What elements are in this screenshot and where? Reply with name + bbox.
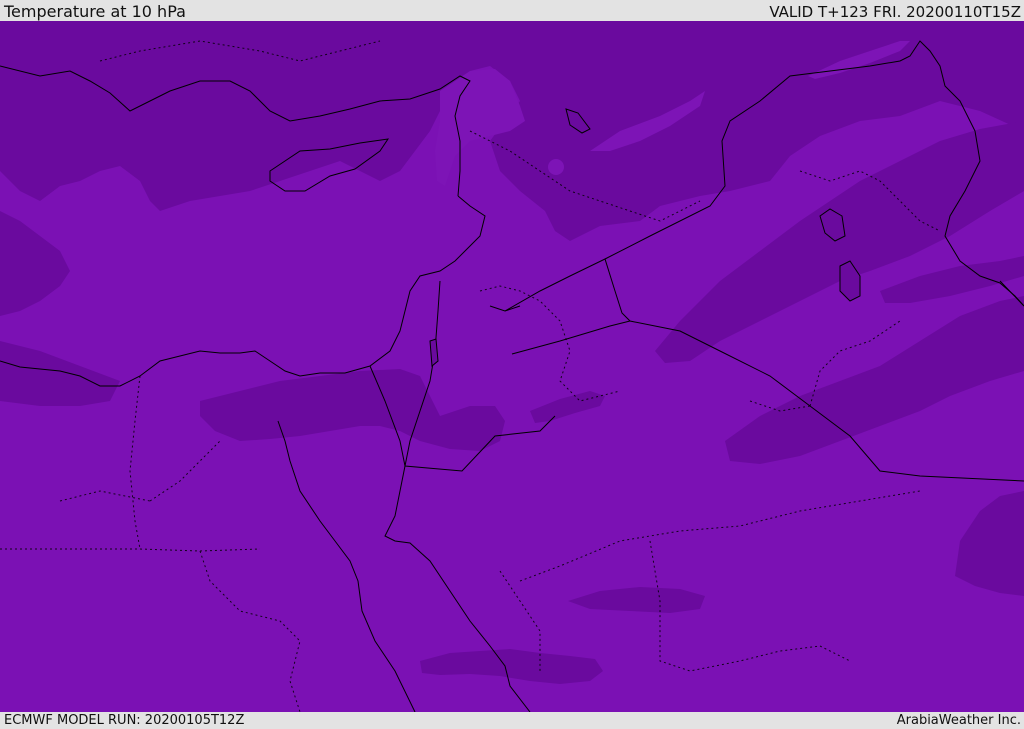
dead-sea <box>429 338 439 368</box>
header-bar: Temperature at 10 hPa VALID T+123 FRI. 2… <box>0 0 1024 21</box>
map-canvas <box>0 21 1024 712</box>
map-title: Temperature at 10 hPa <box>4 2 186 21</box>
weather-map[interactable] <box>0 21 1024 712</box>
valid-time-label: VALID T+123 FRI. 20200110T15Z <box>769 3 1021 21</box>
model-run-label: ECMWF MODEL RUN: 20200105T12Z <box>4 713 245 728</box>
warm-spot-anatolia <box>548 159 564 175</box>
footer-bar: ECMWF MODEL RUN: 20200105T12Z ArabiaWeat… <box>0 712 1024 729</box>
brand-label: ArabiaWeather Inc. <box>896 713 1021 728</box>
